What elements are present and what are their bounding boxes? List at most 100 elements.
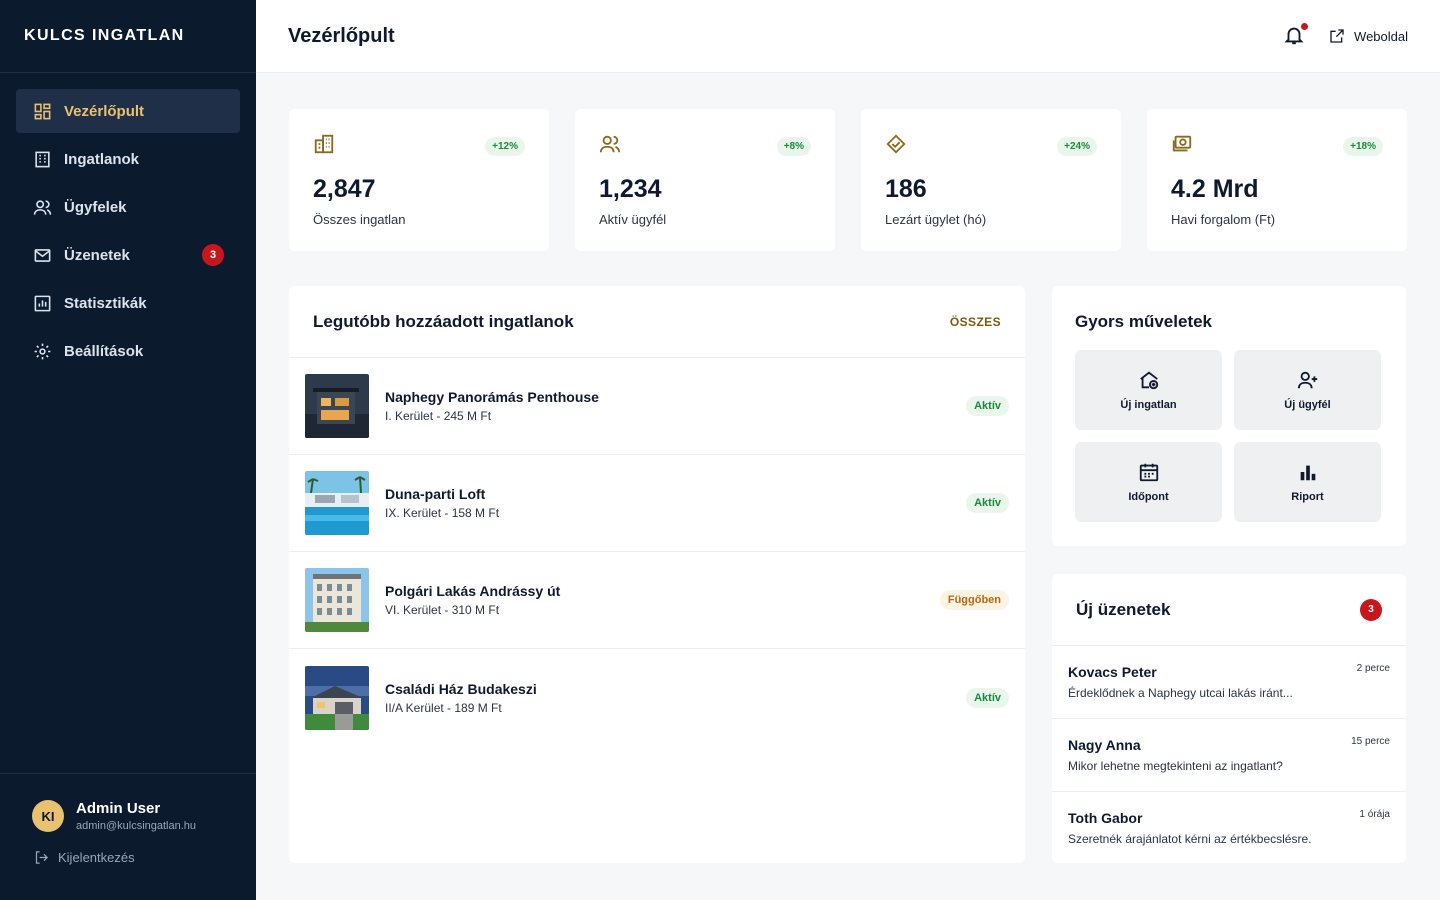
sidebar-item-label: Ingatlanok [64, 150, 140, 168]
sidebar-item-properties[interactable]: Ingatlanok [16, 137, 240, 181]
stat-card-clients: +8% 1,234 Aktív ügyfél [575, 109, 835, 251]
action-label: Riport [1291, 491, 1324, 503]
message-sender: Kovacs Peter [1068, 664, 1157, 680]
property-name: Duna-parti Loft [385, 486, 486, 502]
message-time: 1 órája [1359, 809, 1390, 820]
stat-value: 2,847 [313, 175, 376, 203]
list-item[interactable]: Polgári Lakás Andrássy út VI. Kerület - … [289, 552, 1025, 649]
property-name: Családi Ház Budakeszi [385, 680, 537, 697]
page-title: Vezérlőpult [288, 24, 395, 47]
card-title: Legutóbb hozzáadott ingatlanok [313, 311, 574, 331]
sidebar-item-label: Vezérlőpult [64, 102, 145, 120]
gear-icon [32, 341, 52, 361]
stat-card-deals: +24% 186 Lezárt ügylet (hó) [861, 109, 1121, 251]
money-icon [1171, 133, 1195, 157]
bar-chart-icon [1300, 465, 1315, 481]
sidebar-nav: Vezérlőpult Ingatlanok Ügyfelek Üzenetek… [0, 73, 256, 393]
chart-icon [32, 293, 52, 313]
dashboard-icon [32, 101, 52, 121]
stat-label: Havi forgalom (Ft) [1171, 212, 1276, 227]
notifications-button[interactable] [1283, 22, 1310, 48]
sidebar-item-messages[interactable]: Üzenetek 3 [16, 233, 240, 277]
list-item[interactable]: Duna-parti Loft IX. Kerület - 158 M Ft A… [289, 455, 1025, 552]
top-header: Vezérlőpult Weboldal [256, 0, 1440, 73]
list-item[interactable]: Naphegy Panorámás Penthouse I. Kerület -… [289, 358, 1025, 455]
brand-logo: KULCS INGATLAN [0, 0, 256, 73]
stat-card-revenue: +18% 4.2 Mrd Havi forgalom (Ft) [1147, 109, 1407, 251]
sidebar-item-settings[interactable]: Beállítások [16, 329, 240, 373]
stats-row: +12% 2,847 Összes ingatlan +8% 1,234 Akt… [289, 109, 1407, 251]
property-meta: II/A Kerület - 189 M Ft [385, 700, 502, 715]
action-label: Időpont [1128, 491, 1169, 503]
recent-properties-card: Legutóbb hozzáadott ingatlanok ÖSSZES Na… [289, 286, 1025, 863]
message-sender: Toth Gabor [1068, 810, 1143, 826]
building-icon [32, 149, 52, 169]
report-button[interactable]: Riport [1234, 442, 1381, 522]
user-email: admin@kulcsingatlan.hu [76, 820, 197, 832]
sidebar-item-dashboard[interactable]: Vezérlőpult [16, 89, 240, 133]
user-name: Admin User [76, 800, 161, 817]
property-meta: VI. Kerület - 310 M Ft [385, 603, 500, 617]
status-badge: Aktív [966, 493, 1009, 513]
user-add-icon [1297, 371, 1317, 389]
status-badge: Aktív [966, 687, 1009, 708]
status-badge: Aktív [966, 396, 1009, 416]
message-preview: Szeretnék árajánlatot kérni az értékbecs… [1068, 832, 1312, 846]
message-item[interactable]: Nagy Anna 15 perce Mikor lehetne megteki… [1052, 719, 1406, 792]
property-meta: IX. Kerület - 158 M Ft [385, 506, 500, 520]
mail-icon [32, 245, 52, 265]
logout-label: Kijelentkezés [58, 850, 135, 865]
message-time: 15 perce [1351, 736, 1390, 747]
message-item[interactable]: Toth Gabor 1 órája Szeretnék árajánlatot… [1052, 792, 1406, 865]
quick-actions-card: Gyors műveletek Új ingatlan Új ügyfél Id… [1052, 286, 1406, 546]
users-icon [599, 133, 623, 157]
message-item[interactable]: Kovacs Peter 2 perce Érdeklődnek a Naphe… [1052, 646, 1406, 719]
sidebar-item-statistics[interactable]: Statisztikák [16, 281, 240, 325]
property-meta: I. Kerület - 245 M Ft [385, 409, 492, 423]
stat-card-properties: +12% 2,847 Összes ingatlan [289, 109, 549, 251]
stat-label: Aktív ügyfél [599, 212, 667, 227]
action-label: Új ügyfél [1284, 399, 1331, 411]
message-time: 2 perce [1356, 663, 1390, 674]
stat-label: Lezárt ügylet (hó) [885, 212, 987, 227]
avatar: KI [32, 800, 64, 832]
logout-button[interactable]: Kijelentkezés [0, 832, 256, 865]
property-thumbnail [305, 374, 369, 438]
sidebar-item-clients[interactable]: Ügyfelek [16, 185, 240, 229]
new-property-button[interactable]: Új ingatlan [1075, 350, 1222, 430]
logout-icon [35, 851, 49, 864]
users-icon [32, 197, 52, 217]
messages-count-badge: 3 [1360, 598, 1382, 621]
card-title: Új üzenetek [1076, 599, 1171, 619]
stat-label: Összes ingatlan [313, 212, 406, 227]
message-sender: Nagy Anna [1068, 737, 1141, 753]
property-thumbnail [305, 471, 369, 535]
view-all-link[interactable]: ÖSSZES [950, 315, 1001, 329]
property-name: Naphegy Panorámás Penthouse [385, 389, 599, 405]
property-name: Polgári Lakás Andrássy út [385, 583, 561, 599]
status-badge: Függőben [939, 590, 1009, 610]
user-profile[interactable]: KI Admin User admin@kulcsingatlan.hu [0, 774, 256, 832]
stat-change-badge: +8% [776, 137, 811, 156]
sidebar-footer: KI Admin User admin@kulcsingatlan.hu Kij… [0, 773, 256, 900]
calendar-icon [1139, 463, 1158, 482]
new-client-button[interactable]: Új ügyfél [1234, 350, 1381, 430]
stat-change-badge: +12% [485, 137, 525, 156]
website-link[interactable]: Weboldal [1329, 28, 1408, 44]
sidebar-item-label: Statisztikák [64, 294, 147, 312]
stat-value: 4.2 Mrd [1171, 175, 1259, 203]
notification-dot [1300, 22, 1310, 31]
sidebar-item-label: Üzenetek [64, 246, 130, 264]
card-title: Gyors műveletek [1075, 312, 1213, 331]
handshake-icon [885, 133, 909, 157]
property-thumbnail [305, 665, 369, 730]
stat-change-badge: +18% [1343, 137, 1383, 156]
appointment-button[interactable]: Időpont [1075, 442, 1222, 522]
stat-value: 186 [885, 175, 927, 203]
list-item[interactable]: Családi Ház Budakeszi II/A Kerület - 189… [289, 649, 1025, 746]
stat-change-badge: +24% [1057, 137, 1097, 156]
message-preview: Érdeklődnek a Naphegy utcai lakás iránt.… [1068, 686, 1293, 700]
new-messages-card: Új üzenetek 3 Kovacs Peter 2 perce Érdek… [1052, 574, 1406, 863]
messages-count-badge: 3 [202, 244, 224, 266]
property-thumbnail [305, 568, 369, 632]
